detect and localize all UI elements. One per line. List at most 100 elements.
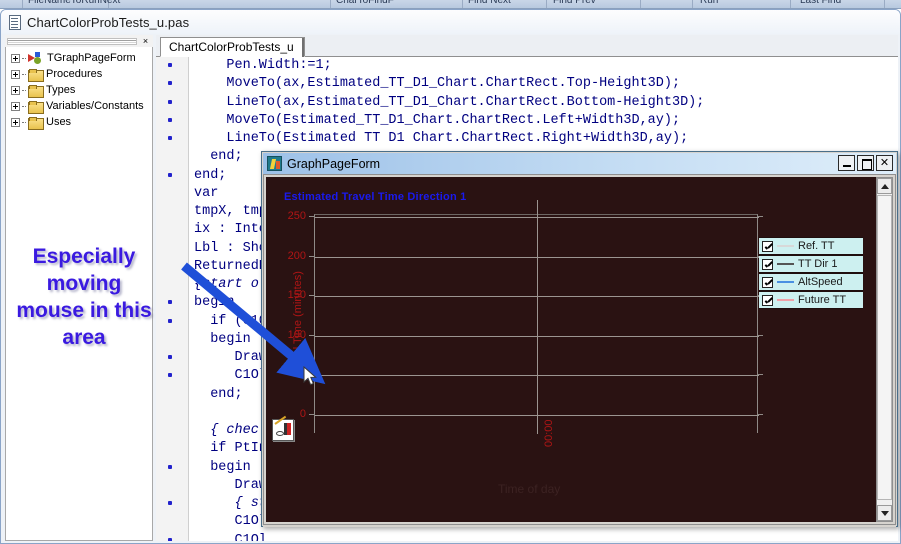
application-icon <box>267 156 282 171</box>
toolbar-divider <box>546 0 547 8</box>
gutter-row <box>156 258 189 276</box>
gutter-row <box>156 532 189 541</box>
toolbar-divider <box>884 0 885 8</box>
editor-tabbar: ChartColorProbTests_u <box>156 35 898 57</box>
legend-item-ref-tt[interactable]: Ref. TT <box>759 238 863 254</box>
folder-icon <box>28 100 44 114</box>
gutter-row <box>156 422 189 440</box>
graph-window-client: Estimated Travel Time Direction 1 Travel… <box>263 174 896 525</box>
code-line: MoveTo(Estimated_TT_D1_Chart.ChartRect.L… <box>194 112 681 128</box>
chart-vertical-scrollbar[interactable] <box>876 177 893 522</box>
gutter-row <box>156 167 189 185</box>
toolbar-fragment-findprev[interactable]: Find Prev <box>553 0 596 6</box>
scroll-down-button[interactable] <box>877 505 892 521</box>
toolbar-divider <box>22 0 23 8</box>
close-icon[interactable]: × <box>139 36 152 47</box>
breakpoint-marker-icon[interactable] <box>168 537 172 541</box>
y-tick-label: 200 <box>287 250 306 262</box>
x-tick-label: 00:00 <box>543 419 555 447</box>
legend-line-swatch <box>777 281 794 283</box>
breakpoint-marker-icon[interactable] <box>168 136 172 140</box>
breakpoint-marker-icon[interactable] <box>168 300 172 305</box>
tree-panel-header[interactable]: × <box>5 35 153 47</box>
code-line: LineTo(ax,Estimated_TT_D1_Chart.ChartRec… <box>194 94 705 110</box>
breakpoint-marker-icon[interactable] <box>168 355 172 359</box>
legend-checkbox[interactable] <box>762 294 773 306</box>
tree-item-label: Uses <box>46 116 72 128</box>
breakpoint-marker-icon[interactable] <box>168 117 172 122</box>
toolbar-divider <box>330 0 331 8</box>
toolbar-fragment-lastfind[interactable]: Last Find <box>800 0 841 6</box>
tree-item-types[interactable]: Types <box>8 82 152 98</box>
expand-plus-icon[interactable] <box>11 117 20 127</box>
gutter-markers <box>156 57 189 541</box>
code-line: MoveTo(ax,Estimated_TT_D1_Chart.ChartRec… <box>194 76 681 92</box>
legend-label: Ref. TT <box>798 240 835 252</box>
expand-plus-icon[interactable] <box>11 101 20 111</box>
tab-chartcolorprobtests-u[interactable]: ChartColorProbTests_u <box>160 37 305 57</box>
breakpoint-marker-icon[interactable] <box>168 81 172 86</box>
tree-connector <box>22 121 26 123</box>
breakpoint-marker-icon[interactable] <box>168 63 172 67</box>
tool-red-bar-icon <box>287 423 291 435</box>
legend-item-altspeed[interactable]: AltSpeed <box>759 274 863 290</box>
toolbar-fragment-filename[interactable]: FileNameToRunNext <box>28 0 120 6</box>
gutter-row <box>156 477 189 495</box>
legend-checkbox[interactable] <box>762 258 773 270</box>
breakpoint-marker-icon[interactable] <box>168 373 172 378</box>
legend-item-tt-dir-1[interactable]: TT Dir 1 <box>759 256 863 272</box>
toolbar-divider <box>790 0 791 8</box>
gutter-row <box>156 386 189 404</box>
tree-item-tgraphpageform[interactable]: TGraphPageForm <box>8 50 152 66</box>
maximize-button[interactable] <box>857 155 874 171</box>
breakpoint-marker-icon[interactable] <box>168 464 172 469</box>
close-button[interactable]: ✕ <box>876 155 893 171</box>
expand-plus-icon[interactable] <box>11 85 20 95</box>
legend-line-swatch <box>777 299 794 301</box>
tree-item-uses[interactable]: Uses <box>8 114 152 130</box>
breakpoint-marker-icon[interactable] <box>168 501 172 505</box>
tree-item-procedures[interactable]: Procedures <box>8 66 152 82</box>
legend-checkbox[interactable] <box>762 276 773 288</box>
drag-grip-icon[interactable] <box>7 37 137 45</box>
breakpoint-marker-icon[interactable] <box>168 172 172 177</box>
window-titlebar: ChartColorProbTests_u.pas <box>1 10 900 34</box>
toolbar-divider <box>462 0 463 8</box>
breakpoint-marker-icon[interactable] <box>168 99 172 104</box>
plot-area[interactable] <box>314 200 759 434</box>
form-icon <box>28 52 43 64</box>
chart-tool-button[interactable] <box>272 415 294 441</box>
window-title: ChartColorProbTests_u.pas <box>27 14 190 30</box>
toolbar-fragment-chartofind[interactable]: CharToFindF <box>336 0 394 6</box>
gutter-row <box>156 513 189 531</box>
tree-item-label: TGraphPageForm <box>47 52 136 64</box>
y-tick-label: 250 <box>287 210 306 222</box>
graph-window-title: GraphPageForm <box>287 156 381 171</box>
legend-checkbox[interactable] <box>762 240 773 252</box>
minimize-button[interactable] <box>838 155 855 171</box>
code-line: LineTo(Estimated TT D1 Chart.ChartRect.R… <box>194 131 689 146</box>
tree-item-variables-constants[interactable]: Variables/Constants <box>8 98 152 114</box>
gutter-row <box>156 349 189 367</box>
graph-window-titlebar[interactable]: GraphPageForm ✕ <box>263 153 896 174</box>
toolbar-fragment-findnext[interactable]: Find Next <box>468 0 511 6</box>
scroll-up-button[interactable] <box>877 178 892 194</box>
code-line: Pen.Width:=1; <box>194 58 332 73</box>
chart-legend[interactable]: Ref. TT TT Dir 1 AltSpeed Future TT <box>759 237 863 309</box>
gutter-row <box>156 94 189 112</box>
scrollbar-thumb[interactable] <box>877 195 892 500</box>
tree-connector <box>22 105 26 107</box>
tree-connector <box>22 73 26 75</box>
legend-label: AltSpeed <box>798 276 843 288</box>
editor-gutter <box>156 57 189 541</box>
toolbar-fragment-run[interactable]: Run <box>700 0 718 6</box>
legend-item-future-tt[interactable]: Future TT <box>759 292 863 308</box>
breakpoint-marker-icon[interactable] <box>168 318 172 323</box>
y-tick-label: 150 <box>287 289 306 301</box>
chart-canvas[interactable]: Estimated Travel Time Direction 1 Travel… <box>266 177 877 522</box>
document-icon <box>9 14 21 30</box>
expand-plus-icon[interactable] <box>11 53 20 63</box>
gutter-row <box>156 331 189 349</box>
expand-plus-icon[interactable] <box>11 69 20 79</box>
gutter-row <box>156 112 189 130</box>
